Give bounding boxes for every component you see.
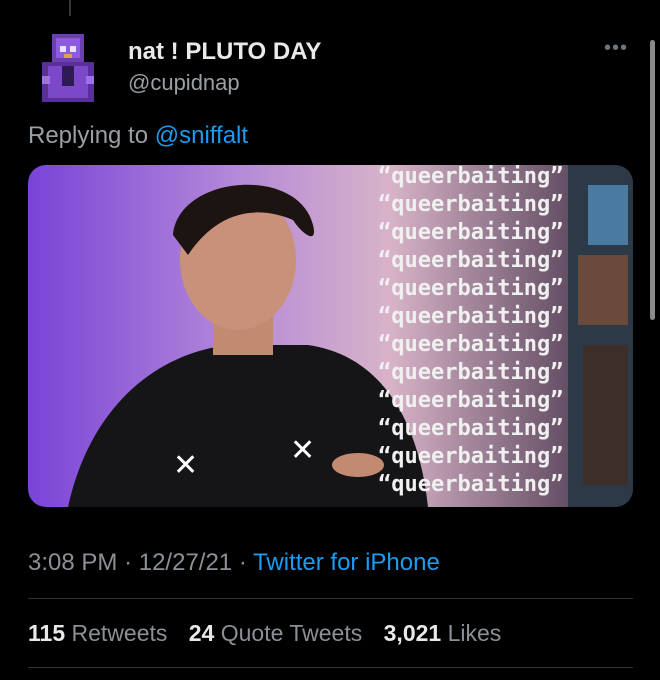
user-handle[interactable]: @cupidnap xyxy=(128,70,240,96)
tweet-media[interactable]: ✕ ✕ “queerbaiting” “queerbaiting” “queer… xyxy=(28,165,633,507)
more-icon[interactable]: ••• xyxy=(604,37,628,60)
quote-tweets-count: 24 xyxy=(188,620,215,646)
overlay-line: “queerbaiting” xyxy=(378,192,563,217)
tweet-stats: 115 Retweets 24 Quote Tweets 3,021 Likes xyxy=(28,620,516,647)
likes-count: 3,021 xyxy=(383,620,442,646)
divider xyxy=(28,598,633,599)
scrollbar[interactable] xyxy=(650,40,655,320)
overlay-line: “queerbaiting” xyxy=(378,165,563,189)
overlay-line: “queerbaiting” xyxy=(378,472,563,497)
display-name[interactable]: nat ! PLUTO DAY xyxy=(128,38,321,66)
overlay-line: “queerbaiting” xyxy=(378,444,563,469)
retweets-count: 115 xyxy=(28,620,66,646)
avatar[interactable] xyxy=(38,32,98,104)
quote-tweets-label: Quote Tweets xyxy=(220,620,363,646)
pixel-avatar-icon xyxy=(38,32,98,104)
overlay-line: “queerbaiting” xyxy=(378,416,563,441)
retweets-label: Retweets xyxy=(71,620,168,646)
svg-text:✕: ✕ xyxy=(173,448,198,483)
overlay-line: “queerbaiting” xyxy=(378,388,563,413)
meta-separator: · xyxy=(124,549,133,576)
replying-to-link[interactable]: @sniffalt xyxy=(155,122,248,149)
likes-label: Likes xyxy=(447,620,502,646)
tweet-time[interactable]: 3:08 PM xyxy=(28,549,117,576)
overlay-line: “queerbaiting” xyxy=(378,220,563,245)
replying-prefix: Replying to xyxy=(28,122,149,149)
overlay-line: “queerbaiting” xyxy=(378,360,563,385)
tweet-date[interactable]: 12/27/21 xyxy=(139,549,232,576)
overlay-line: “queerbaiting” xyxy=(378,276,563,301)
divider xyxy=(28,667,633,668)
likes-stat[interactable]: 3,021 Likes xyxy=(384,620,502,646)
media-image: ✕ ✕ “queerbaiting” “queerbaiting” “queer… xyxy=(28,165,633,507)
overlay-line: “queerbaiting” xyxy=(378,304,563,329)
overlay-line: “queerbaiting” xyxy=(378,332,563,357)
retweets-stat[interactable]: 115 Retweets xyxy=(28,620,167,646)
tweet-meta: 3:08 PM · 12/27/21 · Twitter for iPhone xyxy=(28,549,440,577)
thread-line xyxy=(69,0,71,16)
replying-to: Replying to @sniffalt xyxy=(28,122,248,150)
svg-text:✕: ✕ xyxy=(290,433,315,468)
tweet-source[interactable]: Twitter for iPhone xyxy=(253,549,440,576)
overlay-line: “queerbaiting” xyxy=(378,248,563,273)
meta-separator: · xyxy=(238,549,247,576)
quote-tweets-stat[interactable]: 24 Quote Tweets xyxy=(189,620,362,646)
